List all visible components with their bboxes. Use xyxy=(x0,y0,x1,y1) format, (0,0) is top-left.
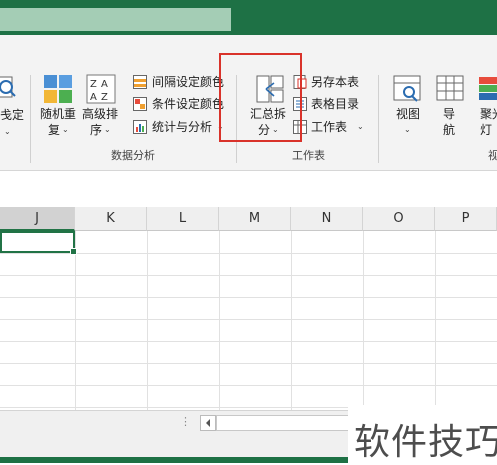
save-book-button[interactable]: 另存本表 xyxy=(293,73,373,91)
advanced-sort-label-1: 高级排 xyxy=(82,107,119,121)
active-cell[interactable] xyxy=(0,231,77,255)
grid-line xyxy=(0,341,497,342)
separator xyxy=(30,75,31,163)
random-dup-label-2: 复 xyxy=(48,123,61,137)
interval-color-icon xyxy=(133,75,147,89)
group-label-view-partial: 视 xyxy=(488,149,497,162)
cond-color-icon xyxy=(133,97,147,111)
svg-text:A: A xyxy=(101,79,108,90)
status-strip xyxy=(0,457,348,463)
nav-label-2: 航 xyxy=(443,123,456,137)
sheet-dir-button[interactable]: 表格目录 xyxy=(293,95,373,113)
spotlight-icon xyxy=(479,77,497,100)
svg-text:Z: Z xyxy=(101,92,108,103)
highlight-box xyxy=(219,53,302,142)
stats-analysis-button[interactable]: 统计与分析 ⌄ xyxy=(133,118,224,136)
grid-line xyxy=(0,319,497,320)
svg-text:Z: Z xyxy=(90,79,97,90)
ribbon: 戋定 ⌄ 随机重 复 ⌄ Z A A Z 高级排 序 ⌄ 间隔设定颜色 条件设定… xyxy=(0,35,497,171)
cond-color-label: 条件设定颜色 xyxy=(152,97,225,111)
view-label: 视图 xyxy=(396,107,421,121)
advanced-sort-label-2: 序 xyxy=(90,123,103,137)
sort-az-icon: Z A A Z xyxy=(86,74,116,104)
spotlight-label-2: 灯 xyxy=(480,123,493,137)
chevron-down-icon: ⌄ xyxy=(404,125,411,134)
grid-line xyxy=(0,275,497,276)
worksheet-label: 工作表 xyxy=(311,120,348,134)
formula-bar-area xyxy=(0,171,497,208)
column-header-n[interactable]: N xyxy=(291,207,363,231)
watermark: 软件技巧 xyxy=(348,405,497,463)
svg-text:A: A xyxy=(90,92,97,103)
column-header-k[interactable]: K xyxy=(75,207,147,231)
random-dup-label-1: 随机重 xyxy=(40,107,77,121)
horizontal-scrollbar[interactable] xyxy=(216,415,358,431)
interval-color-label: 间隔设定颜色 xyxy=(152,75,225,89)
watermark-text: 软件技巧 xyxy=(354,422,497,463)
view-icon xyxy=(393,75,421,102)
nav-button[interactable]: 导 航 xyxy=(433,73,467,163)
chevron-down-icon: ⌄ xyxy=(357,122,364,131)
worksheet-button[interactable]: 工作表 ⌄ xyxy=(293,118,373,136)
nav-label-1: 导 xyxy=(443,107,456,121)
nav-grid-icon xyxy=(436,75,464,101)
random-dup-button[interactable]: 随机重 复 ⌄ xyxy=(38,73,78,163)
column-header-l[interactable]: L xyxy=(147,207,219,231)
partial-left-icon xyxy=(0,76,16,98)
grid-line xyxy=(0,297,497,298)
caret-left-icon xyxy=(206,419,210,427)
interval-color-button[interactable]: 间隔设定颜色 xyxy=(133,73,225,91)
group-label-worksheet: 工作表 xyxy=(292,149,325,162)
chevron-down-icon: ⌄ xyxy=(104,125,111,134)
grid-line xyxy=(0,363,497,364)
cond-color-button[interactable]: 条件设定颜色 xyxy=(133,95,225,113)
random-grid-icon xyxy=(44,75,72,103)
save-book-label: 另存本表 xyxy=(311,75,360,89)
stats-icon xyxy=(133,120,147,134)
sheet-dir-label: 表格目录 xyxy=(311,97,360,111)
column-header-p[interactable]: P xyxy=(435,207,497,231)
grid-line xyxy=(0,385,497,386)
stats-analysis-label: 统计与分析 xyxy=(152,120,213,134)
column-header-m[interactable]: M xyxy=(219,207,291,231)
view-button[interactable]: 视图 ⌄ xyxy=(388,73,428,163)
splitter-handle[interactable]: ⋮ xyxy=(180,415,191,428)
partial-left-label: 戋定 xyxy=(0,108,25,122)
chevron-down-icon: ⌄ xyxy=(4,127,11,136)
scroll-left-button[interactable] xyxy=(200,415,216,431)
separator xyxy=(378,75,379,163)
search-box[interactable] xyxy=(0,8,231,31)
fill-handle[interactable] xyxy=(70,248,77,255)
chevron-down-icon: ⌄ xyxy=(62,125,69,134)
column-header-j[interactable]: J xyxy=(0,207,75,231)
column-header-o[interactable]: O xyxy=(363,207,435,231)
spotlight-label-1: 聚光 xyxy=(480,107,497,121)
group-label-data-analysis: 数据分析 xyxy=(111,149,155,162)
title-bar xyxy=(0,0,497,35)
